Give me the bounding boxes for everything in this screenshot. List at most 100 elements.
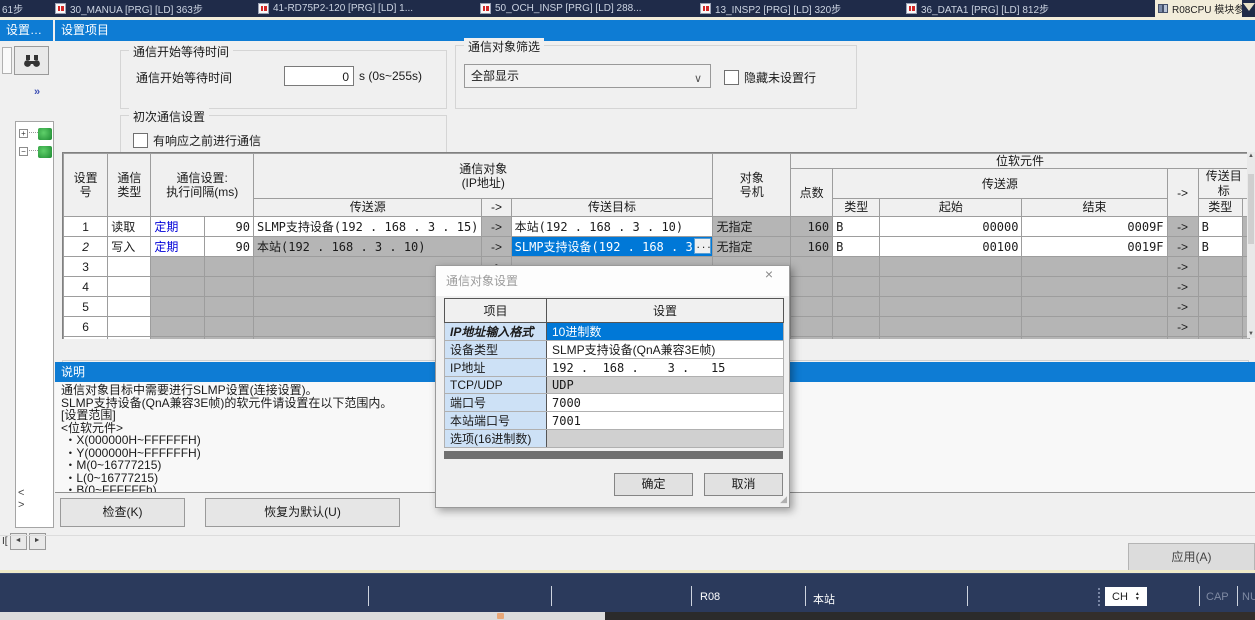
- grid-cell-type[interactable]: [108, 257, 151, 277]
- ladder-program-icon: [906, 3, 917, 14]
- apply-button[interactable]: 应用(A): [1128, 543, 1255, 572]
- grid-cell-src: 本站(192 . 168 . 3 . 10): [254, 237, 482, 257]
- grid-cell-period[interactable]: 定期: [151, 217, 204, 237]
- grid-cell-dst[interactable]: 本站(192 . 168 . 3 . 10): [511, 217, 713, 237]
- grid-cell-no[interactable]: 5: [64, 297, 108, 317]
- channel-selector[interactable]: CH ▲▼: [1105, 587, 1147, 606]
- column-header: 通信设置: 执行间隔(ms): [151, 154, 254, 217]
- check-button[interactable]: 检查(K): [60, 498, 185, 527]
- grid-cell-no[interactable]: 4: [64, 277, 108, 297]
- tab-label: 36_DATA1 [PRG] [LD] 812步: [921, 1, 1049, 16]
- expand-panel-icon[interactable]: »: [34, 86, 54, 100]
- grid-cell-btype2: [1198, 337, 1242, 339]
- dialog-item-value[interactable]: 192 . 168 . 3 . 15: [547, 359, 784, 377]
- grid-cell-type[interactable]: [108, 277, 151, 297]
- grid-cell-type[interactable]: 写入: [108, 237, 151, 257]
- dialog-item-value[interactable]: 7000: [547, 394, 784, 412]
- cell-value: B: [836, 240, 843, 254]
- grid-cell-no[interactable]: 2: [64, 237, 108, 257]
- grid-cell-no[interactable]: 3: [64, 257, 108, 277]
- toolbar-grip[interactable]: [2, 47, 12, 74]
- scroll-up-icon[interactable]: ▲: [1247, 153, 1255, 159]
- cell-value: 无指定: [716, 220, 752, 234]
- grid-cell-end[interactable]: 0019F: [1022, 237, 1167, 257]
- grid-vertical-scrollbar[interactable]: ▲ ▼: [1247, 152, 1255, 338]
- dialog-row: IP地址输入格式10进制数: [445, 323, 784, 341]
- dock-label: I[: [2, 536, 8, 547]
- grid-cell-interval[interactable]: 90: [204, 237, 253, 257]
- column-header: 对象 号机: [713, 154, 791, 217]
- hide-unset-rows-checkbox[interactable]: [724, 70, 739, 85]
- cell-value: 读取: [111, 220, 135, 234]
- resize-grip-icon[interactable]: ◢: [780, 494, 787, 505]
- table-row: 1读取定期90SLMP支持设备(192 . 168 . 3 . 15)->本站(…: [64, 217, 1250, 237]
- grid-cell-no[interactable]: 1: [64, 217, 108, 237]
- tab-program-2[interactable]: 41-RD75P2-120 [PRG] [LD] 1...: [258, 0, 455, 17]
- dialog-title[interactable]: 通信对象设置: [436, 266, 789, 296]
- grid-cell-end[interactable]: 0009F: [1022, 217, 1167, 237]
- grid-cell-start[interactable]: 00100: [880, 237, 1022, 257]
- grid-cell-no[interactable]: 6: [64, 317, 108, 337]
- cell-value: 本站(192 . 168 . 3 . 10): [257, 240, 426, 254]
- status-grip: [1098, 588, 1103, 606]
- tree-node[interactable]: −: [16, 144, 53, 162]
- wait-time-input[interactable]: 0: [284, 66, 354, 86]
- tab-partial[interactable]: 61步: [0, 0, 23, 17]
- find-button[interactable]: [14, 46, 49, 75]
- comm-before-response-checkbox[interactable]: [133, 133, 148, 148]
- close-icon[interactable]: ×: [759, 266, 779, 282]
- grid-cell-no[interactable]: 7: [64, 337, 108, 339]
- grid-cell-points: [791, 277, 833, 297]
- tab-program-4[interactable]: 13_INSP2 [PRG] [LD] 320步: [700, 0, 885, 17]
- grid-cell-type[interactable]: [108, 297, 151, 317]
- cell-value: 0019F: [1127, 240, 1163, 254]
- grid-cell-arrow2: ->: [1167, 277, 1198, 297]
- browse-button[interactable]: ...: [694, 238, 711, 254]
- spinner-icon[interactable]: ▲▼: [1135, 592, 1140, 602]
- dialog-item-value: [547, 430, 784, 448]
- ok-button[interactable]: 确定: [614, 473, 693, 496]
- grid-cell-dst[interactable]: SLMP支持设备(192 . 168 . 3 ....: [511, 237, 713, 257]
- dialog-row: TCP/UDPUDP: [445, 377, 784, 394]
- grid-cell-start[interactable]: 00000: [880, 217, 1022, 237]
- grid-cell-type[interactable]: 读取: [108, 217, 151, 237]
- tab-program-1[interactable]: 30_MANUA [PRG] [LD] 363步: [55, 0, 233, 17]
- filter-dropdown[interactable]: 全部显示 ∨: [464, 64, 711, 88]
- grid-cell-btype2[interactable]: B: [1198, 217, 1242, 237]
- grid-cell-btype2[interactable]: B: [1198, 237, 1242, 257]
- grid-cell-btype[interactable]: B: [833, 217, 880, 237]
- tab-module-parameter[interactable]: R08CPU 模块参数 ×: [1155, 0, 1242, 17]
- grid-cell-btype[interactable]: B: [833, 237, 880, 257]
- tab-program-5[interactable]: 36_DATA1 [PRG] [LD] 812步: [906, 0, 1081, 17]
- dialog-item-value[interactable]: 7001: [547, 412, 784, 430]
- tree-collapse-icon[interactable]: −: [19, 147, 28, 156]
- grid-cell-end: [1022, 257, 1167, 277]
- tree-scroll-arrows[interactable]: < >: [18, 487, 52, 511]
- dialog-scrollbar[interactable]: [444, 451, 783, 459]
- tree-expand-icon[interactable]: +: [19, 129, 28, 138]
- tab-overflow-icon[interactable]: [1243, 3, 1255, 11]
- dialog-item-value[interactable]: 10进制数: [547, 323, 784, 341]
- scrollbar-thumb[interactable]: [1248, 174, 1254, 244]
- grid-cell-type[interactable]: [108, 317, 151, 337]
- wait-time-label: 通信开始等待时间: [136, 69, 232, 86]
- scroll-down-icon[interactable]: ▼: [1247, 331, 1255, 337]
- cancel-button[interactable]: 取消: [704, 473, 783, 496]
- target-filter-group: 通信对象筛选 全部显示 ∨ 隐藏未设置行: [455, 45, 857, 109]
- tab-label: 13_INSP2 [PRG] [LD] 320步: [715, 1, 841, 16]
- grid-cell-src[interactable]: SLMP支持设备(192 . 168 . 3 . 15): [254, 217, 482, 237]
- restore-default-button[interactable]: 恢复为默认(U): [205, 498, 400, 527]
- grid-cell-period[interactable]: 定期: [151, 237, 204, 257]
- grid-cell-type[interactable]: [108, 337, 151, 339]
- tab-program-3[interactable]: 50_OCH_INSP [PRG] [LD] 288...: [480, 0, 662, 17]
- dialog-item-value[interactable]: SLMP支持设备(QnA兼容3E帧): [547, 341, 784, 359]
- group-title: 通信对象筛选: [464, 38, 544, 55]
- grid-cell-start: [880, 337, 1022, 339]
- cell-value: 160: [807, 240, 829, 254]
- grid-cell-interval[interactable]: 90: [204, 217, 253, 237]
- grid-cell-points: [791, 337, 833, 339]
- tree-node[interactable]: +: [16, 126, 53, 144]
- cell-value: 3: [82, 260, 89, 274]
- column-header: 起始: [880, 199, 1022, 217]
- wait-time-group: 通信开始等待时间 通信开始等待时间 0 s (0s~255s): [120, 50, 447, 109]
